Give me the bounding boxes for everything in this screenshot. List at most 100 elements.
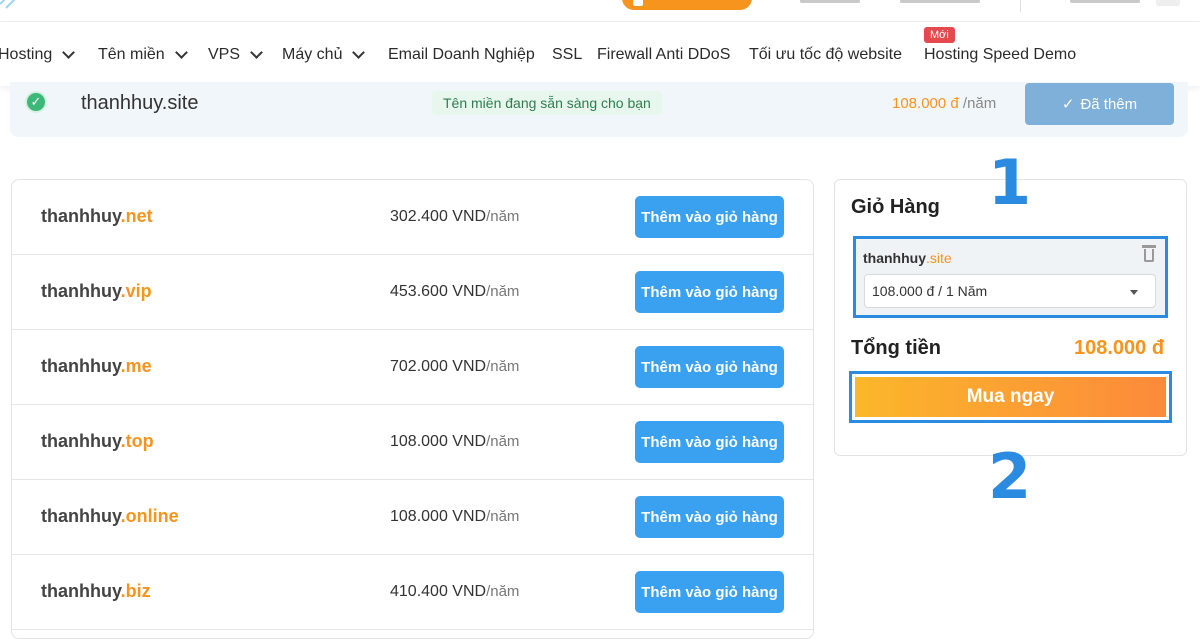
price-amount: 453.600 VND [390, 283, 487, 300]
price-amount: 108.000 VND [390, 508, 487, 525]
nav-item-vps[interactable]: VPS [208, 46, 263, 64]
selected-domain-name: thanhhuy.site [81, 92, 199, 114]
cart-item-base: thanhhuy [863, 250, 926, 266]
domain-suggestion-list: thanhhuy.net 302.400 VND/năm Thêm vào gi… [11, 179, 814, 639]
nav-label: VPS [208, 46, 241, 63]
nav-label: Firewall Anti DDoS [597, 46, 731, 63]
add-to-cart-button[interactable]: Thêm vào giỏ hàng [635, 196, 784, 238]
chevron-down-icon [62, 46, 76, 59]
nav-item-domain[interactable]: Tên miền [98, 46, 188, 64]
domain-price: 108.000 VND/năm [390, 433, 519, 451]
domain-tld: .top [120, 431, 154, 451]
nav-item-speed[interactable]: Tối ưu tốc độ website [749, 46, 902, 64]
domain-name: thanhhuy.me [41, 356, 152, 377]
price-unit: /năm [486, 508, 520, 525]
domain-tld: .net [120, 206, 153, 226]
nav-item-server[interactable]: Máy chủ [282, 46, 366, 64]
language-switch[interactable] [1156, 0, 1180, 6]
brand-logo[interactable]: AZVN [0, 0, 130, 10]
domain-name: thanhhuy.biz [41, 581, 151, 602]
nav-label: Email Doanh Nghiệp [388, 46, 535, 63]
trash-icon[interactable] [1142, 245, 1156, 263]
price-unit: /năm [486, 583, 520, 600]
phone-icon [633, 0, 643, 6]
divider [1020, 0, 1021, 12]
nav-item-hosting[interactable]: Hosting [0, 46, 76, 64]
total-label: Tổng tiền [851, 337, 941, 359]
price-period: /năm [962, 95, 997, 112]
checkmark-icon: ✓ [1061, 96, 1075, 113]
add-to-cart-button[interactable]: Thêm vào giỏ hàng [635, 421, 784, 463]
nav-label: Tối ưu tốc độ website [749, 46, 903, 63]
term-select[interactable]: 108.000 đ / 1 Năm [864, 274, 1156, 308]
domain-tld: .biz [120, 581, 151, 601]
domain-base: thanhhuy [41, 431, 121, 451]
header-link[interactable] [1070, 0, 1140, 3]
price-amount: 410.400 VND [390, 583, 487, 600]
nav-item-ssl[interactable]: SSL [552, 46, 582, 64]
domain-name: thanhhuy.online [41, 506, 179, 527]
caret-down-icon [1130, 290, 1138, 295]
domain-name: thanhhuy.vip [41, 281, 152, 302]
domain-row: thanhhuy.vip 453.600 VND/năm Thêm vào gi… [12, 255, 813, 330]
add-to-cart-button[interactable]: Thêm vào giỏ hàng [635, 496, 784, 538]
domain-price: 302.400 VND/năm [390, 208, 519, 226]
top-header: AZVN [0, 0, 1200, 22]
price-amount: 302.400 VND [390, 208, 487, 225]
price-unit: /năm [486, 283, 520, 300]
trash-can [1144, 249, 1154, 262]
cart-item-name: thanhhuy.site [863, 250, 952, 266]
domain-price: 108.000 VND/năm [390, 508, 519, 526]
domain-tld: .online [120, 506, 179, 526]
price-amount: 108.000 VND [390, 433, 487, 450]
price-amount: 702.000 VND [390, 358, 487, 375]
price-unit: /năm [486, 208, 520, 225]
check-icon: ✓ [25, 91, 47, 113]
nav-item-email[interactable]: Email Doanh Nghiệp [388, 46, 535, 64]
domain-row: thanhhuy.biz 410.400 VND/năm Thêm vào gi… [12, 555, 813, 630]
domain-base: thanhhuy [41, 581, 121, 601]
cart-title: Giỏ Hàng [851, 196, 940, 218]
added-label: Đã thêm [1080, 95, 1138, 113]
domain-row: thanhhuy.top 108.000 VND/năm Thêm vào gi… [12, 405, 813, 480]
nav-label: Hosting [0, 46, 53, 63]
domain-base: thanhhuy [41, 356, 121, 376]
price-amount: 108.000 đ [892, 95, 959, 112]
nav-label: Hosting Speed Demo [924, 46, 1077, 63]
main-nav: Hosting Tên miền VPS Máy chủ Email Doanh… [0, 22, 1200, 86]
domain-name: thanhhuy.net [41, 206, 153, 227]
cart-item-tld: .site [926, 250, 952, 266]
nav-item-firewall[interactable]: Firewall Anti DDoS [597, 46, 730, 64]
domain-base: thanhhuy [41, 506, 121, 526]
term-select-value: 108.000 đ / 1 Năm [872, 283, 988, 299]
step-1-annotation: 1 [988, 146, 1032, 219]
domain-tld: .vip [120, 281, 152, 301]
add-to-cart-button[interactable]: Thêm vào giỏ hàng [635, 271, 784, 313]
domain-price: 410.400 VND/năm [390, 583, 519, 601]
domain-base: thanhhuy [41, 281, 121, 301]
availability-status: Tên miền đang sẵn sàng cho bạn [432, 91, 662, 115]
added-button[interactable]: ✓ Đã thêm [1025, 83, 1174, 125]
chevron-down-icon [250, 46, 263, 59]
step-2-annotation: 2 [988, 440, 1032, 513]
price-unit: /năm [486, 433, 520, 450]
trash-lid [1142, 245, 1156, 248]
chevron-down-icon [352, 46, 366, 59]
add-to-cart-button[interactable]: Thêm vào giỏ hàng [635, 346, 784, 388]
domain-price: 702.000 VND/năm [390, 358, 519, 376]
add-to-cart-button[interactable]: Thêm vào giỏ hàng [635, 571, 784, 613]
header-link[interactable] [900, 0, 980, 3]
nav-item-speed-demo[interactable]: Hosting Speed Demo [924, 46, 1076, 64]
nav-label: Máy chủ [282, 46, 343, 63]
domain-row: thanhhuy.me 702.000 VND/năm Thêm vào giỏ… [12, 330, 813, 405]
new-badge: Mới [924, 27, 955, 43]
nav-label: SSL [552, 46, 583, 63]
domain-row: thanhhuy.net 302.400 VND/năm Thêm vào gi… [12, 180, 813, 255]
buy-now-button[interactable]: Mua ngay [855, 377, 1166, 417]
chevron-down-icon [174, 46, 188, 59]
selected-domain-price: 108.000 đ /năm [892, 95, 996, 112]
domain-price: 453.600 VND/năm [390, 283, 519, 301]
domain-tld: .me [120, 356, 152, 376]
total-amount: 108.000 đ [1074, 337, 1165, 359]
header-link[interactable] [800, 0, 860, 3]
